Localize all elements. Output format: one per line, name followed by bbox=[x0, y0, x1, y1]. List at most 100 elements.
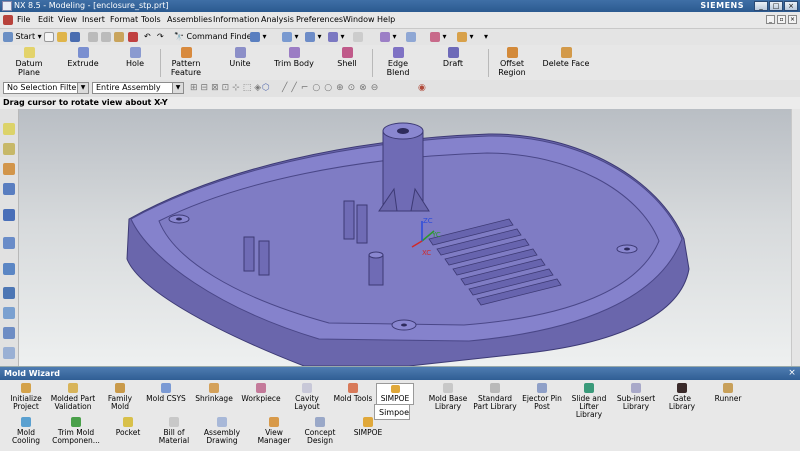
slide-lifter-library-button[interactable]: Slide and Lifter Library bbox=[566, 383, 612, 419]
nx-menu-icon[interactable] bbox=[3, 15, 13, 25]
copy-icon[interactable] bbox=[101, 31, 111, 43]
sub-insert-library-button[interactable]: Sub-insert Library bbox=[614, 383, 658, 411]
menu-assemblies[interactable]: Assemblies bbox=[167, 15, 212, 24]
molded-part-validation-button[interactable]: Molded Part Validation bbox=[50, 383, 96, 411]
menu-preferences[interactable]: Preferences bbox=[296, 15, 343, 24]
window-switch-icon[interactable]: ▾ bbox=[250, 31, 267, 43]
select-cube-icon[interactable]: ⬡ bbox=[262, 83, 270, 93]
system-scenes-icon[interactable] bbox=[3, 327, 15, 339]
palettes-icon[interactable] bbox=[3, 347, 15, 359]
simpoe-menu-item[interactable]: Simpoe bbox=[379, 408, 409, 417]
gate-library-button[interactable]: Gate Library bbox=[660, 383, 704, 411]
part-navigator-icon[interactable] bbox=[3, 163, 15, 175]
view-manager-button[interactable]: View Manager bbox=[252, 417, 296, 445]
snap-options-icon[interactable]: ◉ bbox=[418, 83, 426, 93]
workpiece-button[interactable]: Workpiece bbox=[238, 383, 284, 403]
menu-tools[interactable]: Tools bbox=[141, 15, 161, 24]
system-materials-icon[interactable] bbox=[3, 263, 15, 275]
new-icon[interactable] bbox=[44, 31, 54, 43]
toolbar-options-icon[interactable]: ▾ bbox=[484, 31, 488, 43]
analysis-icon[interactable]: ▾ bbox=[457, 31, 474, 43]
simpoe-button[interactable]: SIMPOE bbox=[346, 417, 390, 437]
menu-view[interactable]: View bbox=[58, 15, 77, 24]
standard-part-library-button[interactable]: Standard Part Library bbox=[472, 383, 518, 411]
scope-select[interactable]: Entire Assembly ▼ bbox=[92, 82, 184, 94]
extrude-button[interactable]: Extrude bbox=[66, 45, 100, 80]
cavity-layout-button[interactable]: Cavity Layout bbox=[286, 383, 328, 411]
draft-button[interactable]: Draft bbox=[440, 45, 466, 80]
cut-icon[interactable] bbox=[88, 31, 98, 43]
menu-insert[interactable]: Insert bbox=[82, 15, 105, 24]
offset-region-button[interactable]: Offset Region bbox=[494, 45, 530, 80]
assembly-drawing-button[interactable]: Assembly Drawing bbox=[200, 417, 244, 445]
shading-icon[interactable]: ▾ bbox=[328, 31, 345, 43]
delete-face-button[interactable]: Delete Face bbox=[542, 45, 590, 80]
sub-restore-button[interactable]: ▫ bbox=[777, 15, 786, 24]
close-icon[interactable]: × bbox=[787, 368, 797, 378]
undo-icon[interactable]: ↶ bbox=[144, 31, 151, 43]
shell-button[interactable]: Shell bbox=[334, 45, 360, 80]
start-button[interactable]: Start ▾ bbox=[3, 31, 42, 43]
snap-icon[interactable] bbox=[406, 31, 416, 43]
redo-icon[interactable]: ↷ bbox=[157, 31, 164, 43]
enclosure-part-model[interactable]: XC YC ZC bbox=[19, 109, 800, 366]
menu-window[interactable]: Window bbox=[343, 15, 375, 24]
viewport-scrollbar[interactable] bbox=[791, 109, 800, 366]
bill-of-material-button[interactable]: Bill of Material bbox=[152, 417, 196, 445]
snap-point-icons[interactable]: ⊞⊟⊠⊡⊹⬚◈ bbox=[190, 83, 264, 93]
mold-cooling-button[interactable]: Mold Cooling bbox=[4, 417, 48, 445]
mold-base-library-button[interactable]: Mold Base Library bbox=[426, 383, 470, 411]
pocket-button[interactable]: Pocket bbox=[106, 417, 150, 437]
paste-icon[interactable] bbox=[114, 31, 124, 43]
hole-button[interactable]: Hole bbox=[120, 45, 150, 80]
runner-button[interactable]: Runner bbox=[708, 383, 748, 403]
render-style-icon[interactable]: ▾ bbox=[380, 31, 397, 43]
trim-body-label: Trim Body bbox=[274, 59, 314, 68]
trim-body-button[interactable]: Trim Body bbox=[272, 45, 316, 80]
menu-file[interactable]: File bbox=[17, 15, 30, 24]
pattern-feature-button[interactable]: Pattern Feature bbox=[166, 45, 206, 80]
show-hide-icon[interactable]: ▾ bbox=[430, 31, 447, 43]
fit-view-icon[interactable] bbox=[353, 31, 363, 43]
type-filter-select[interactable]: No Selection Filter ▼ bbox=[3, 82, 89, 94]
menu-format[interactable]: Format bbox=[110, 15, 138, 24]
edge-blend-button[interactable]: Edge Blend bbox=[376, 45, 420, 80]
roles-icon[interactable] bbox=[3, 307, 15, 319]
graphics-window[interactable]: XC YC ZC bbox=[19, 109, 800, 366]
menu-information[interactable]: Information bbox=[213, 15, 259, 24]
initialize-project-button[interactable]: Initialize Project bbox=[4, 383, 48, 411]
menu-edit[interactable]: Edit bbox=[38, 15, 54, 24]
maximize-button[interactable]: □ bbox=[769, 1, 783, 11]
shrinkage-button[interactable]: Shrinkage bbox=[192, 383, 236, 403]
datum-plane-button[interactable]: Datum Plane bbox=[4, 45, 54, 80]
snap-curve-icons[interactable]: ╱╱⌐○○⊕⊙⊗⊖ bbox=[282, 83, 382, 93]
minimize-button[interactable]: _ bbox=[754, 1, 768, 11]
web-browser-icon[interactable] bbox=[3, 209, 15, 221]
open-icon[interactable] bbox=[57, 31, 67, 43]
simpoe-menu-button[interactable]: SIMPOE bbox=[376, 383, 414, 405]
reuse-library-icon[interactable] bbox=[3, 183, 15, 195]
unite-button[interactable]: Unite bbox=[224, 45, 256, 80]
menu-analysis[interactable]: Analysis bbox=[261, 15, 294, 24]
delete-icon[interactable] bbox=[128, 31, 138, 43]
save-icon[interactable] bbox=[70, 31, 80, 43]
history-icon[interactable] bbox=[3, 237, 15, 249]
nx-app-icon[interactable] bbox=[2, 1, 12, 11]
sub-minimize-button[interactable]: _ bbox=[766, 15, 775, 24]
assembly-navigator-icon[interactable] bbox=[3, 123, 15, 135]
constraint-navigator-icon[interactable] bbox=[3, 143, 15, 155]
gate-library-icon bbox=[677, 383, 687, 393]
orient-view-icon[interactable]: ▾ bbox=[305, 31, 322, 43]
mold-csys-button[interactable]: Mold CSYS bbox=[144, 383, 188, 403]
layout-icon[interactable]: ▾ bbox=[282, 31, 299, 43]
command-finder-button[interactable]: 🔭 Command Finder bbox=[174, 31, 255, 43]
close-button[interactable]: × bbox=[784, 1, 798, 11]
ejector-pin-post-button[interactable]: Ejector Pin Post bbox=[520, 383, 564, 411]
family-mold-button[interactable]: Family Mold bbox=[98, 383, 142, 411]
process-studio-icon[interactable] bbox=[3, 287, 15, 299]
sub-close-button[interactable]: × bbox=[788, 15, 797, 24]
concept-design-button[interactable]: Concept Design bbox=[298, 417, 342, 445]
mold-tools-button[interactable]: Mold Tools bbox=[330, 383, 376, 403]
trim-mold-components-button[interactable]: Trim Mold Componen... bbox=[48, 417, 104, 445]
menu-help[interactable]: Help bbox=[377, 15, 395, 24]
